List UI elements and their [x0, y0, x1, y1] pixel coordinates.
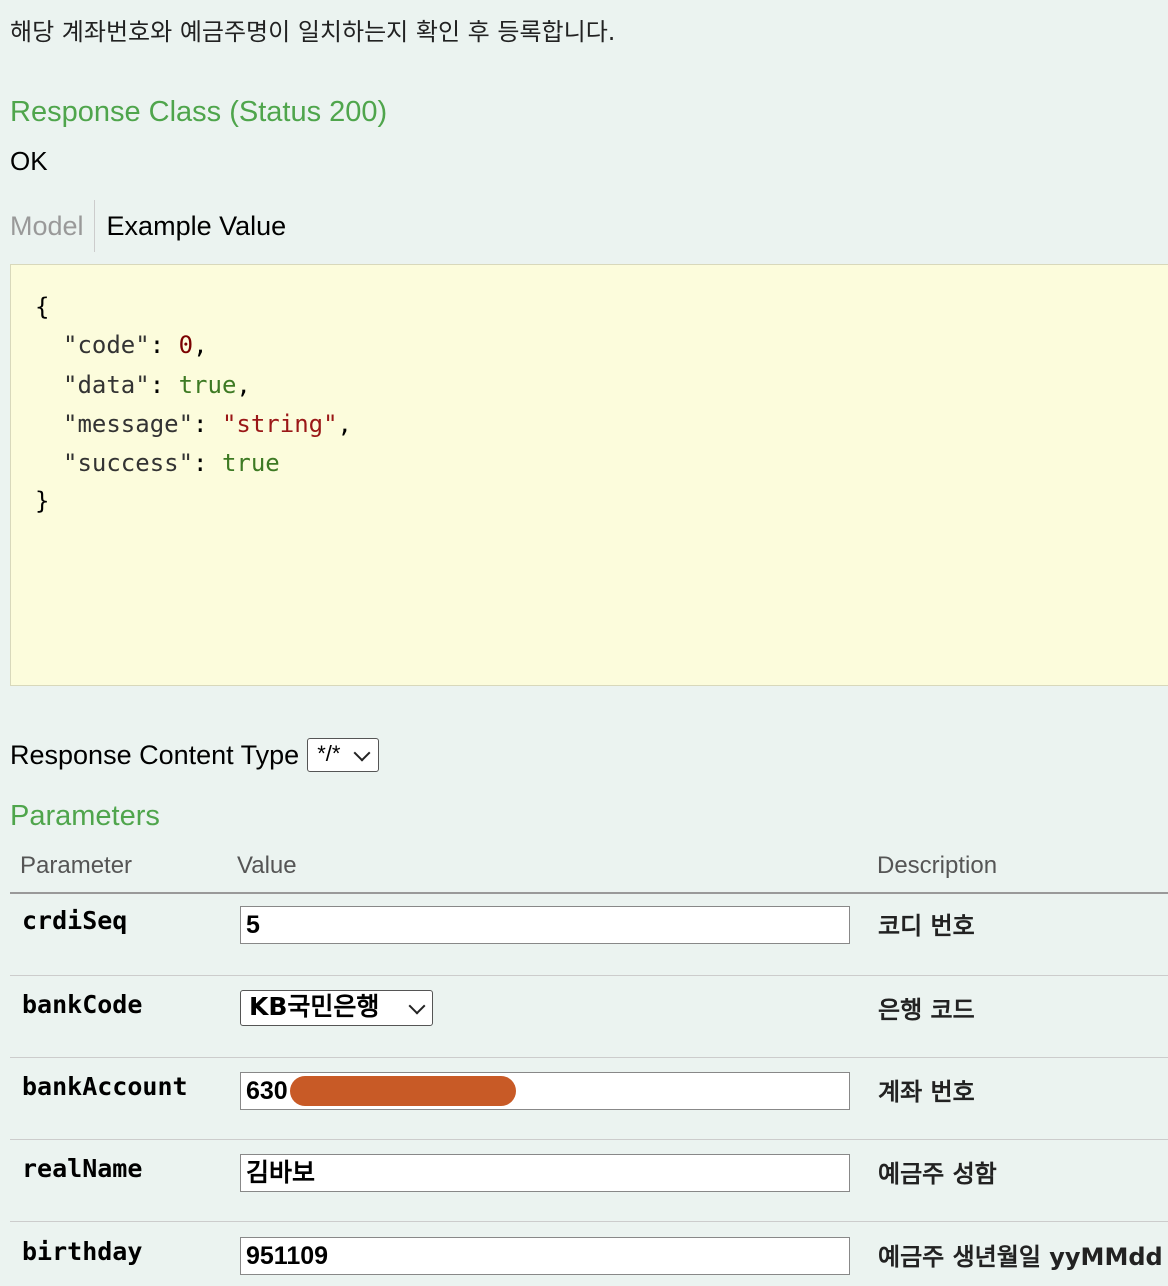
param-select-bankcode[interactable]: KB국민은행 [240, 990, 433, 1026]
json-close-brace: } [35, 487, 50, 515]
json-value: "string" [221, 410, 338, 438]
row-divider [10, 1221, 1168, 1222]
chevron-down-icon [408, 997, 426, 1015]
row-divider [10, 975, 1168, 976]
json-comma: , [337, 410, 352, 438]
header-description: Description [877, 852, 998, 879]
response-content-type-value: */* [317, 741, 341, 766]
param-desc-bankaccount: 계좌 번호 [878, 1078, 975, 1106]
row-divider [10, 1139, 1168, 1140]
chevron-down-icon [353, 744, 371, 762]
json-value: true [178, 371, 237, 399]
parameters-title: Parameters [10, 800, 160, 832]
tab-model[interactable]: Model [10, 200, 95, 252]
json-value: 0 [178, 331, 194, 359]
response-content-type-label: Response Content Type [10, 739, 300, 770]
response-class-title: Response Class (Status 200) [10, 96, 388, 128]
json-line-code: "code": 0, [63, 331, 208, 359]
json-comma: , [236, 371, 251, 399]
param-desc-crdiseq: 코디 번호 [878, 912, 975, 940]
tab-example-value[interactable]: Example Value [95, 211, 287, 242]
param-desc-realname: 예금주 성함 [878, 1160, 997, 1188]
response-status-text: OK [10, 146, 48, 176]
json-line-success: "success": true [63, 449, 280, 477]
header-divider [10, 892, 1168, 894]
json-line-data: "data": true, [63, 371, 251, 399]
json-line-message: "message": "string", [63, 410, 352, 438]
param-name-bankcode: bankCode [22, 990, 143, 1019]
json-value: true [221, 449, 280, 477]
json-open-brace: { [35, 293, 50, 321]
param-select-bankcode-value: KB국민은행 [249, 992, 380, 1021]
param-desc-bankcode: 은행 코드 [878, 996, 975, 1024]
row-divider [10, 1057, 1168, 1058]
json-key: "success" [63, 449, 194, 477]
json-key: "message" [63, 410, 194, 438]
model-tabs: Model Example Value [10, 200, 286, 252]
param-name-realname: realName [22, 1154, 143, 1183]
operation-description: 해당 계좌번호와 예금주명이 일치하는지 확인 후 등록합니다. [10, 18, 616, 46]
param-desc-birthday: 예금주 생년월일 yyMMdd [878, 1243, 1163, 1271]
example-value-code[interactable]: { "code": 0, "data": true, "message": "s… [10, 264, 1168, 686]
header-value: Value [237, 852, 297, 879]
json-key: "data" [63, 371, 150, 399]
json-key: "code" [63, 331, 150, 359]
param-name-crdiseq: crdiSeq [22, 906, 128, 935]
param-name-bankaccount: bankAccount [22, 1072, 188, 1101]
response-content-type: Response Content Type */* [10, 738, 380, 772]
response-content-type-select[interactable]: */* [307, 738, 380, 772]
header-parameter: Parameter [20, 852, 133, 879]
json-comma: , [193, 331, 208, 359]
param-input-birthday[interactable]: 951109 [240, 1237, 850, 1275]
param-name-birthday: birthday [22, 1237, 143, 1266]
param-input-realname[interactable]: 김바보 [240, 1154, 850, 1192]
param-input-crdiseq[interactable]: 5 [240, 906, 850, 944]
redaction-mark [290, 1076, 516, 1106]
